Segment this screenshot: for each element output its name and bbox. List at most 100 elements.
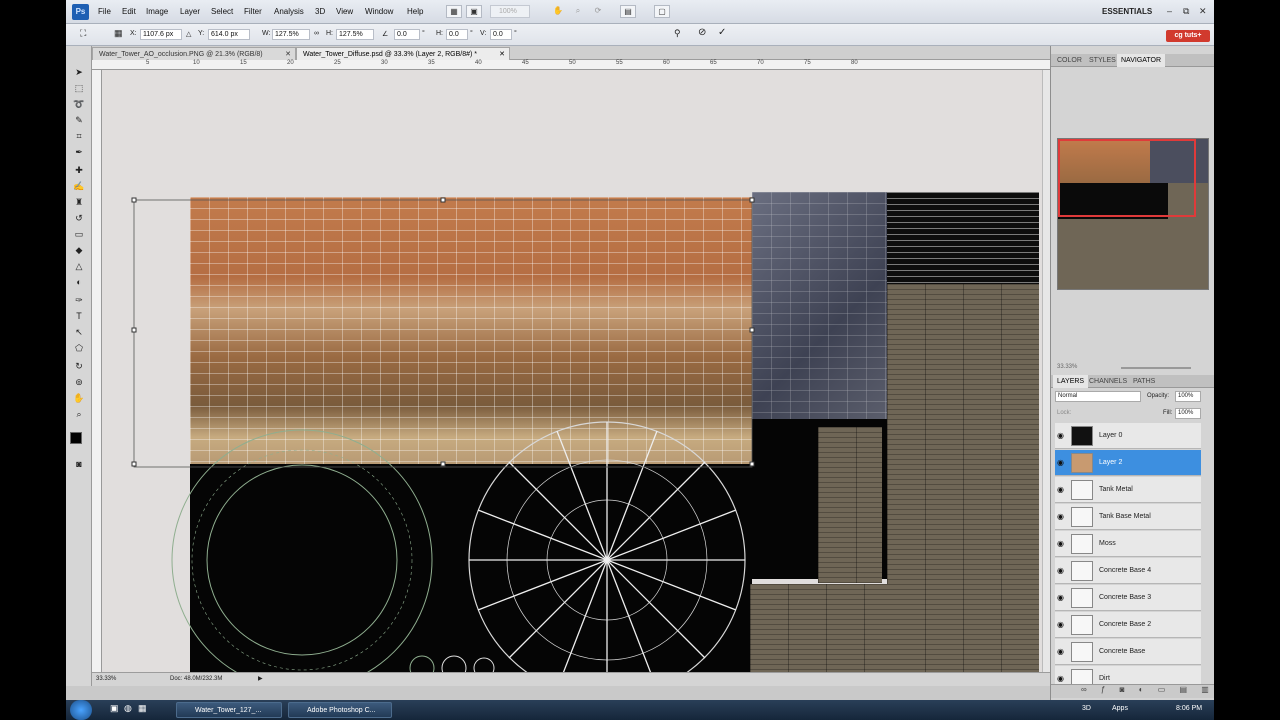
ie-icon[interactable]: ◍ [124,703,132,714]
layer-row[interactable]: ◉ Layer 0 [1055,423,1201,449]
arrange-documents-icon[interactable]: ▤ [620,5,636,18]
layer-row-selected[interactable]: ◉ Layer 2 [1055,450,1201,476]
visibility-eye-icon[interactable]: ◉ [1057,431,1067,441]
canvas[interactable] [102,70,1050,672]
layers-footer-buttons[interactable]: ∞ ƒ ◙ ◐ ▭ ▤ ▥ [1051,684,1214,698]
taskbar-item-photoshop[interactable]: Adobe Photoshop C... [288,702,392,718]
menu-select[interactable]: Select [211,7,233,16]
tab-navigator[interactable]: NAVIGATOR [1117,54,1166,67]
minimize-icon[interactable]: – [1167,6,1172,16]
lasso-tool-icon[interactable]: ➰ [73,98,85,110]
layer-row[interactable]: ◉ Tank Metal [1055,477,1201,503]
rotate-view-icon[interactable]: ⟳ [590,5,606,18]
height-field[interactable]: 127.5% [336,29,374,40]
type-tool-icon[interactable]: T [73,310,85,322]
warp-mode-icon[interactable]: ⚲ [674,28,681,39]
menu-filter[interactable]: Filter [244,7,262,16]
tray-apps[interactable]: Apps [1112,705,1128,712]
path-select-icon[interactable]: ↖ [73,326,85,338]
eyedropper-tool-icon[interactable]: ✒ [73,146,85,158]
visibility-eye-icon[interactable]: ◉ [1057,539,1067,549]
restore-icon[interactable]: ⧉ [1183,6,1189,17]
visibility-eye-icon[interactable]: ◉ [1057,674,1067,684]
healing-brush-icon[interactable]: ✚ [73,164,85,176]
vertical-scrollbar[interactable] [1042,70,1050,672]
tray-3d[interactable]: 3D [1082,705,1091,712]
x-position-field[interactable]: 1107.6 px [140,29,182,40]
folder-icon[interactable]: ▦ [138,703,147,714]
layer-row[interactable]: ◉ Concrete Base [1055,639,1201,665]
visibility-eye-icon[interactable]: ◉ [1057,620,1067,630]
transform-tool-icon[interactable]: ⛶ [80,28,86,39]
show-desktop-icon[interactable]: ▣ [110,703,119,714]
tab-styles[interactable]: STYLES [1085,54,1120,67]
angle-field[interactable]: 0.0 [394,29,420,40]
layer-row[interactable]: ◉ Concrete Base 2 [1055,612,1201,638]
layer-row[interactable]: ◉ Concrete Base 3 [1055,585,1201,611]
crop-tool-icon[interactable]: ⌗ [73,130,85,142]
navigator-zoom[interactable]: 33.33% [1057,364,1077,370]
menu-layer[interactable]: Layer [180,7,200,16]
paint-bucket-icon[interactable]: ◆ [73,244,85,256]
tab-layers[interactable]: LAYERS [1053,375,1089,388]
close-icon[interactable]: ✕ [1199,6,1207,17]
dodge-tool-icon[interactable]: ◐ [73,276,85,288]
eraser-tool-icon[interactable]: ▭ [73,228,85,240]
pen-tool-icon[interactable]: ✑ [73,294,85,306]
zoom-tool-icon[interactable]: ⌕ [570,5,586,18]
visibility-eye-icon[interactable]: ◉ [1057,593,1067,603]
menu-window[interactable]: Window [365,7,393,16]
visibility-eye-icon[interactable]: ◉ [1057,647,1067,657]
relative-position-icon[interactable]: △ [186,30,191,38]
screen-mode-icon[interactable]: ▢ [654,5,670,18]
shape-tool-icon[interactable]: ⬠ [73,342,85,354]
menu-file[interactable]: File [98,7,111,16]
layer-row[interactable]: ◉ Tank Base Metal [1055,504,1201,530]
3d-orbit-icon[interactable]: ⊚ [73,376,85,388]
menu-edit[interactable]: Edit [122,7,136,16]
v-skew-field[interactable]: 0.0 [490,29,512,40]
zoom-readout[interactable]: 33.33% [96,673,116,686]
opacity-field[interactable]: 100% [1175,391,1201,402]
foreground-color-swatch[interactable] [70,432,82,444]
quick-select-tool-icon[interactable]: ✎ [73,114,85,126]
navigator-zoom-slider[interactable] [1121,367,1191,369]
3d-rotate-icon[interactable]: ↻ [73,360,85,372]
link-icon[interactable]: ∞ [314,30,319,37]
clone-stamp-icon[interactable]: ♜ [73,196,85,208]
tab-diffuse[interactable]: Water_Tower_Diffuse.psd @ 33.3% (Layer 2… [296,47,510,60]
menu-view[interactable]: View [336,7,353,16]
menu-3d[interactable]: 3D [315,7,325,16]
cancel-transform-icon[interactable]: ⊘ [698,27,706,38]
navigator-preview[interactable] [1057,138,1209,290]
h-skew-field[interactable]: 0.0 [446,29,468,40]
bridge-icon[interactable]: ▦ [446,5,462,18]
fill-field[interactable]: 100% [1175,408,1201,419]
commit-transform-icon[interactable]: ✓ [718,27,726,38]
blur-tool-icon[interactable]: △ [73,260,85,272]
zoom-level-box[interactable]: 100% [490,5,530,18]
marquee-tool-icon[interactable]: ⬚ [73,82,85,94]
tab-channels[interactable]: CHANNELS [1085,375,1131,388]
brush-tool-icon[interactable]: ✍ [73,180,85,192]
workspace-switcher[interactable]: ESSENTIALS [1102,7,1152,16]
move-tool-icon[interactable]: ➤ [73,66,85,78]
menu-help[interactable]: Help [407,7,423,16]
visibility-eye-icon[interactable]: ◉ [1057,458,1067,468]
history-brush-icon[interactable]: ↺ [73,212,85,224]
hand-tool-icon[interactable]: ✋ [550,5,566,18]
quick-mask-icon[interactable]: ◙ [73,458,85,470]
y-position-field[interactable]: 614.0 px [208,29,250,40]
menu-image[interactable]: Image [146,7,168,16]
visibility-eye-icon[interactable]: ◉ [1057,485,1067,495]
start-button-icon[interactable] [70,700,92,720]
tab-ao-occlusion[interactable]: Water_Tower_AO_occlusion.PNG @ 21.3% (RG… [92,47,296,60]
tab-color[interactable]: COLOR [1053,54,1086,67]
menu-analysis[interactable]: Analysis [274,7,304,16]
hand-icon[interactable]: ✋ [73,392,85,404]
status-menu-arrow-icon[interactable]: ▶ [258,673,263,686]
taskbar-item-water-tower[interactable]: Water_Tower_127_... [176,702,282,718]
visibility-eye-icon[interactable]: ◉ [1057,512,1067,522]
tab-paths[interactable]: PATHS [1129,375,1159,388]
zoom-icon[interactable]: ⌕ [73,408,85,420]
